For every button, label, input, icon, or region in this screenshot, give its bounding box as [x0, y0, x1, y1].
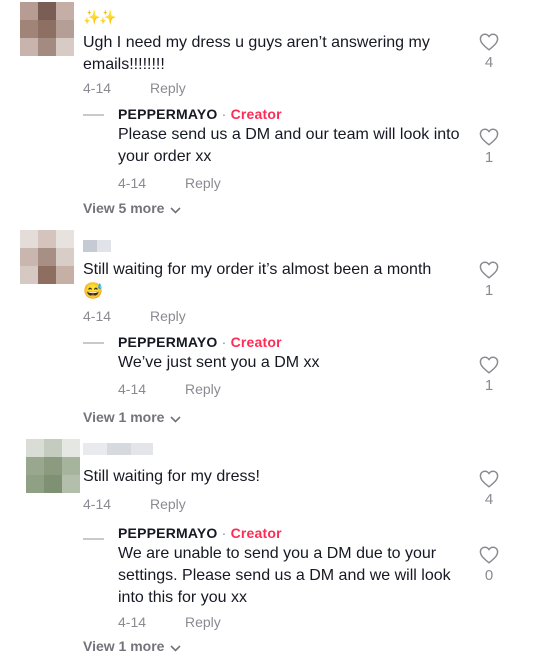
separator-dot: ·: [221, 106, 227, 122]
chevron-down-icon: [170, 645, 182, 652]
like-count: 4: [484, 54, 494, 71]
like-button[interactable]: 4: [475, 33, 503, 71]
separator-dot: ·: [221, 525, 227, 541]
reply-date: 4-14: [118, 614, 147, 630]
like-button[interactable]: 1: [475, 356, 503, 394]
comment-text: Ugh I need my dress u guys aren’t answer…: [83, 34, 430, 73]
heart-outline-icon: [479, 33, 499, 51]
reply-author-name: PEPPERMAYO: [118, 334, 218, 350]
like-button[interactable]: 1: [475, 128, 503, 166]
view-more-label: View 5 more: [83, 200, 165, 216]
like-count: 0: [484, 567, 494, 584]
comment-date: 4-14: [83, 496, 112, 512]
view-more-label: View 1 more: [83, 638, 165, 654]
creator-badge: Creator: [230, 525, 282, 541]
creator-badge: Creator: [230, 334, 282, 350]
reply-author-name: PEPPERMAYO: [118, 106, 218, 122]
chevron-down-icon: [170, 207, 182, 214]
sparkles-emoji: ✨✨: [83, 9, 117, 25]
reply-text: We are unable to send you a DM due to yo…: [118, 545, 451, 606]
like-button[interactable]: 0: [475, 546, 503, 584]
like-count: 1: [484, 377, 494, 394]
like-count: 4: [484, 491, 494, 508]
reply-button[interactable]: Reply: [150, 496, 186, 512]
like-button[interactable]: 4: [475, 470, 503, 508]
comment-text: Still waiting for my order it’s almost b…: [83, 259, 453, 303]
reply-button[interactable]: Reply: [185, 381, 221, 397]
comment-date: 4-14: [83, 80, 112, 96]
comment-text: Still waiting for my dress!: [83, 468, 260, 485]
like-button[interactable]: 1: [475, 261, 503, 299]
creator-badge: Creator: [230, 106, 282, 122]
like-count: 1: [484, 282, 494, 299]
like-count: 1: [484, 149, 494, 166]
reply-date: 4-14: [118, 175, 147, 191]
reply-text: Please send us a DM and our team will lo…: [118, 126, 460, 165]
creator-avatar[interactable]: [83, 528, 105, 550]
view-more-label: View 1 more: [83, 409, 165, 425]
reply-author[interactable]: PEPPERMAYO · Creator: [118, 525, 282, 541]
reply-text: We’ve just sent you a DM xx: [118, 354, 320, 371]
reply-button[interactable]: Reply: [185, 175, 221, 191]
reply-button[interactable]: Reply: [185, 614, 221, 630]
comment-text-body: Still waiting for my order it’s almost b…: [83, 261, 432, 278]
view-more-replies[interactable]: View 5 more: [83, 200, 182, 217]
heart-outline-icon: [479, 356, 499, 374]
reply-button[interactable]: Reply: [150, 80, 186, 96]
heart-outline-icon: [479, 546, 499, 564]
view-more-replies[interactable]: View 1 more: [83, 638, 182, 655]
avatar[interactable]: [26, 439, 80, 493]
separator-dot: ·: [221, 334, 227, 350]
reply-button[interactable]: Reply: [150, 308, 186, 324]
creator-avatar[interactable]: [83, 332, 105, 354]
view-more-replies[interactable]: View 1 more: [83, 409, 182, 426]
reply-date: 4-14: [118, 381, 147, 397]
avatar[interactable]: [20, 2, 74, 56]
avatar[interactable]: [20, 230, 74, 284]
comment-date: 4-14: [83, 308, 112, 324]
grinning-sweat-emoji: 😅: [83, 283, 103, 300]
chevron-down-icon: [170, 416, 182, 423]
reply-author[interactable]: PEPPERMAYO · Creator: [118, 106, 282, 122]
heart-outline-icon: [479, 128, 499, 146]
heart-outline-icon: [479, 470, 499, 488]
reply-author[interactable]: PEPPERMAYO · Creator: [118, 334, 282, 350]
creator-avatar[interactable]: [83, 104, 105, 126]
reply-author-name: PEPPERMAYO: [118, 525, 218, 541]
heart-outline-icon: [479, 261, 499, 279]
